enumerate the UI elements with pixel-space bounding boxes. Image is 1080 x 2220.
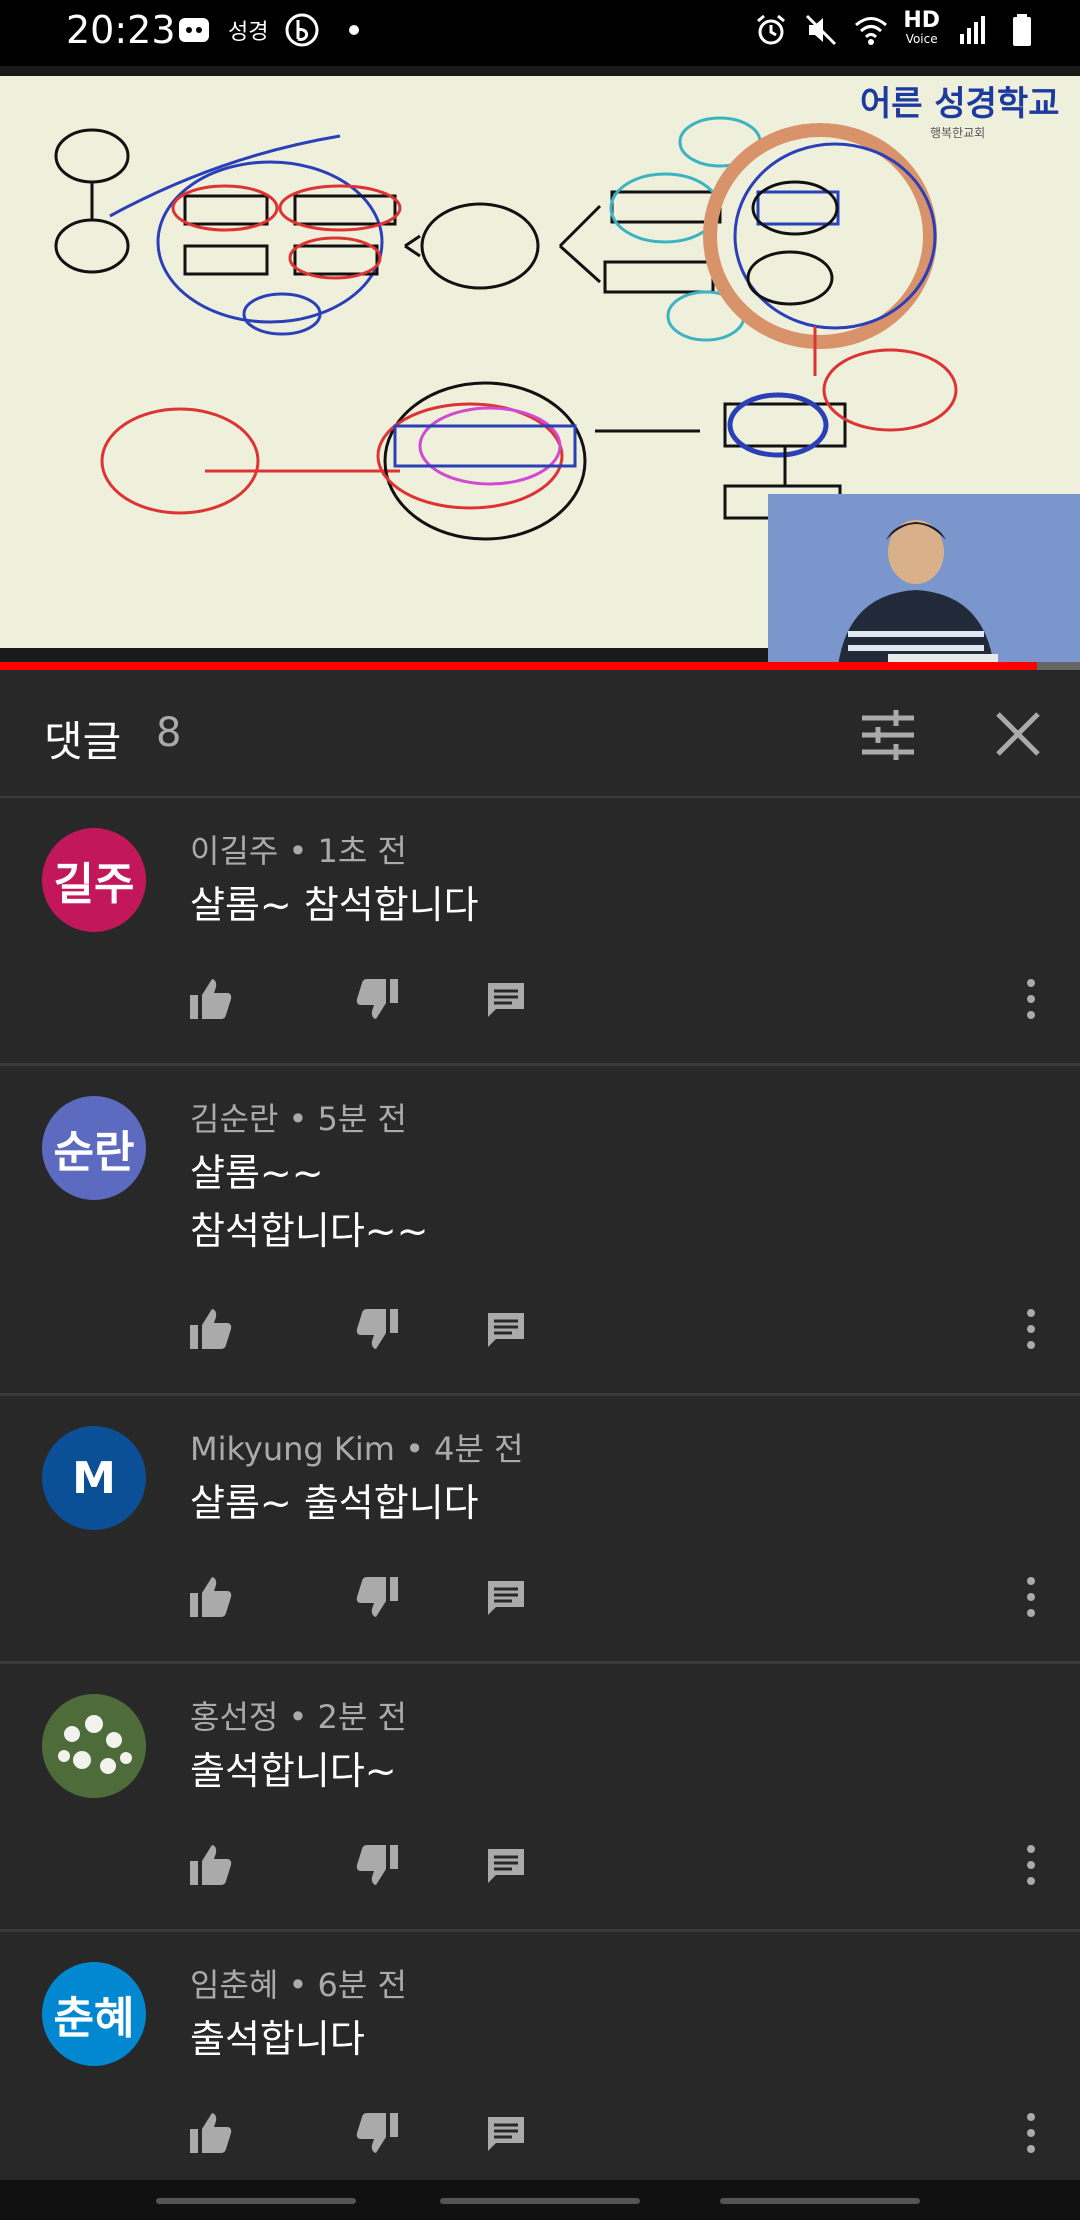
dot-icon: [349, 25, 360, 35]
comment-item: M Mikyung Kim • 4분 전샬롬~ 출석합니다: [0, 1396, 1080, 1664]
avatar[interactable]: [42, 1694, 146, 1798]
discord-icon: [179, 18, 209, 42]
comments-count: 8: [156, 710, 182, 756]
video-progress-fill: [0, 662, 1037, 670]
reply-icon[interactable]: [482, 2109, 530, 2157]
comment-meta: 이길주 • 1초 전: [190, 826, 407, 872]
dislike-icon[interactable]: [354, 1841, 402, 1889]
notification-icons: 성경: [176, 12, 372, 48]
comment-meta: 임춘혜 • 6분 전: [190, 1960, 407, 2006]
comment-time: 2분 전: [317, 1698, 407, 1736]
sort-filter-icon[interactable]: [860, 710, 916, 760]
comments-header: 댓글 8: [0, 670, 1080, 798]
mute-icon: [806, 14, 837, 46]
comment-text: 출석합니다: [190, 2017, 365, 2061]
dislike-icon[interactable]: [354, 975, 402, 1023]
battery-icon: [1013, 14, 1031, 46]
video-progress-bar[interactable]: [0, 662, 1080, 670]
more-options-icon[interactable]: [1016, 975, 1046, 1023]
status-time: 20:23: [66, 8, 176, 52]
comment-author[interactable]: Mikyung Kim: [190, 1430, 395, 1468]
avatar-initials: 순란: [53, 1127, 135, 1178]
avatar-initials: 길주: [53, 859, 135, 910]
video-player[interactable]: 어른 성경학교 행복한교회: [0, 66, 1080, 670]
signal-icon: [960, 16, 985, 44]
reply-icon[interactable]: [482, 1841, 530, 1889]
comment-actions: [186, 2109, 1066, 2157]
comment-meta: 김순란 • 5분 전: [190, 1094, 407, 1140]
video-logo-title: 어른 성경학교: [860, 84, 1060, 124]
dislike-icon[interactable]: [354, 1305, 402, 1353]
hd-voice-indicator: HD Voice: [903, 10, 940, 48]
comment-meta: Mikyung Kim • 4분 전: [190, 1424, 524, 1470]
avatar[interactable]: 순란: [42, 1096, 146, 1200]
alarm-icon: [757, 14, 786, 45]
meta-separator: •: [278, 1698, 318, 1736]
meta-separator: •: [278, 1966, 318, 2004]
avatar[interactable]: 길주: [42, 828, 146, 932]
like-icon[interactable]: [186, 1573, 234, 1621]
comment-actions: [186, 1305, 1066, 1353]
comment-item: 홍선정 • 2분 전출석합니다~: [0, 1664, 1080, 1932]
dislike-icon[interactable]: [354, 2109, 402, 2157]
comment-time: 1초 전: [317, 832, 407, 870]
presenter-pip-video: [768, 494, 1080, 666]
comment-actions: [186, 975, 1066, 1023]
hd-sub-label: Voice: [905, 32, 938, 46]
comment-author[interactable]: 임춘혜: [190, 1966, 278, 2004]
comment-author[interactable]: 홍선정: [190, 1698, 278, 1736]
more-options-icon[interactable]: [1016, 1573, 1046, 1621]
comment-time: 6분 전: [317, 1966, 407, 2004]
like-icon[interactable]: [186, 975, 234, 1023]
video-logo-subtitle: 행복한교회: [930, 126, 986, 140]
comment-item: 춘혜 임춘혜 • 6분 전출석합니다: [0, 1932, 1080, 2200]
meta-separator: •: [278, 832, 318, 870]
comments-title: 댓글: [44, 717, 122, 766]
like-icon[interactable]: [186, 1305, 234, 1353]
comment-text: 출석합니다~: [190, 1749, 397, 1793]
more-options-icon[interactable]: [1016, 1305, 1046, 1353]
dislike-icon[interactable]: [354, 1573, 402, 1621]
more-options-icon[interactable]: [1016, 2109, 1046, 2157]
comment-item: 길주 이길주 • 1초 전샬롬~ 참석합니다: [0, 798, 1080, 1066]
like-icon[interactable]: [186, 2109, 234, 2157]
nav-back-button[interactable]: [720, 2198, 920, 2204]
comment-text: 샬롬~~ 참석합니다~~: [190, 1151, 429, 1253]
system-icons: HD Voice: [753, 10, 1040, 48]
close-icon[interactable]: [990, 706, 1046, 762]
reply-icon[interactable]: [482, 1573, 530, 1621]
comment-actions: [186, 1841, 1066, 1889]
system-navigation-bar: [0, 2180, 1080, 2220]
comment-actions: [186, 1573, 1066, 1621]
avatar[interactable]: M: [42, 1426, 146, 1530]
comment-author[interactable]: 이길주: [190, 832, 278, 870]
comment-text: 샬롬~ 출석합니다: [190, 1481, 479, 1525]
comments-list: 길주 이길주 • 1초 전샬롬~ 참석합니다순란 김순란 • 5분 전샬롬~~ 참석…: [0, 798, 1080, 2200]
like-icon[interactable]: [186, 1841, 234, 1889]
meta-separator: •: [394, 1430, 435, 1468]
more-options-icon[interactable]: [1016, 1841, 1046, 1889]
avatar-initials: M: [72, 1452, 116, 1504]
avatar[interactable]: 춘혜: [42, 1962, 146, 2066]
wifi-icon: [855, 17, 888, 45]
comment-meta: 홍선정 • 2분 전: [190, 1692, 407, 1738]
meta-separator: •: [278, 1100, 318, 1138]
flower-photo-icon: [42, 1694, 146, 1798]
comment-item: 순란 김순란 • 5분 전샬롬~~ 참석합니다~~: [0, 1066, 1080, 1396]
nav-home-button[interactable]: [440, 2198, 640, 2204]
comment-time: 4분 전: [434, 1430, 524, 1468]
status-bar: 20:23 성경 HD Voice: [0, 0, 1080, 66]
comment-text: 샬롬~ 참석합니다: [190, 883, 479, 927]
comment-time: 5분 전: [317, 1100, 407, 1138]
comment-author[interactable]: 김순란: [190, 1100, 278, 1138]
b-app-icon: [285, 13, 319, 47]
notification-text: 성경: [228, 20, 269, 45]
reply-icon[interactable]: [482, 1305, 530, 1353]
avatar-initials: 춘혜: [53, 1993, 135, 2044]
nav-recents-button[interactable]: [156, 2198, 356, 2204]
reply-icon[interactable]: [482, 975, 530, 1023]
